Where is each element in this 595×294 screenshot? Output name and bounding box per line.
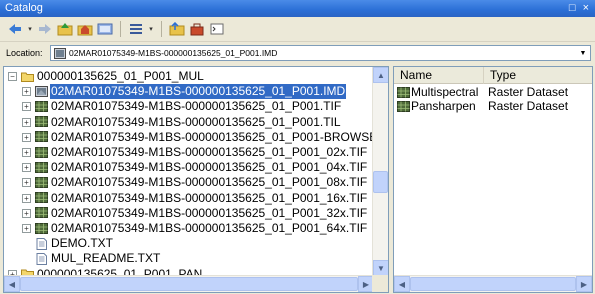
scroll-left-icon[interactable]: ◀: [394, 276, 410, 292]
raster-icon: [35, 131, 48, 143]
text-file-icon: [35, 237, 48, 250]
scroll-thumb[interactable]: [373, 171, 388, 193]
expand-icon[interactable]: +: [22, 224, 31, 233]
tree-item-label: 000000135625_01_P001_MUL: [37, 69, 204, 83]
tree-item[interactable]: +02MAR01075349-M1BS-000000135625_01_P001…: [22, 145, 368, 160]
location-value: 02MAR01075349-M1BS-000000135625_01_P001.…: [69, 48, 278, 58]
window-titlebar: Catalog □ ×: [0, 0, 595, 17]
tree-item[interactable]: +02MAR01075349-M1BS-000000135625_01_P001…: [22, 221, 368, 236]
tree-item[interactable]: +02MAR01075349-M1BS-000000135625_01_P001…: [22, 84, 347, 100]
toolbar-separator: [120, 21, 121, 37]
list-item-name: Pansharpen: [411, 99, 476, 113]
tree-item[interactable]: − 000000135625_01_P001_MUL: [8, 69, 205, 84]
expand-icon[interactable]: +: [22, 163, 31, 173]
tree-item[interactable]: +02MAR01075349-M1BS-000000135625_01_P001…: [22, 191, 368, 206]
tree-item-label: MUL_README.TXT: [51, 251, 161, 266]
expand-icon[interactable]: +: [22, 148, 31, 157]
tree-item[interactable]: +02MAR01075349-M1BS-000000135625_01_P001…: [22, 115, 342, 130]
window-title: Catalog: [5, 2, 43, 14]
tree-item-label: 02MAR01075349-M1BS-000000135625_01_P001_…: [51, 205, 368, 220]
column-header-name[interactable]: Name: [394, 67, 484, 84]
contents-header: Name Type: [394, 67, 592, 84]
expand-icon[interactable]: +: [22, 87, 31, 97]
toolbar-separator: [161, 21, 162, 37]
view-dropdown-icon[interactable]: ▾: [147, 25, 155, 33]
tree-item-label: 02MAR01075349-M1BS-000000135625_01_P001_…: [51, 221, 368, 235]
expand-icon[interactable]: +: [22, 178, 31, 188]
tree-item-label: 02MAR01075349-M1BS-000000135625_01_P001_…: [51, 190, 368, 205]
list-item-type: Raster Dataset: [488, 99, 569, 113]
list-item-name: Multispectral: [411, 85, 479, 99]
connect-folder-icon[interactable]: [96, 20, 114, 38]
back-dropdown-icon[interactable]: ▾: [26, 25, 34, 33]
folder-icon: [21, 71, 34, 83]
tree-item[interactable]: +02MAR01075349-M1BS-000000135625_01_P001…: [22, 175, 368, 190]
raster-icon: [35, 222, 48, 235]
expand-icon[interactable]: +: [22, 208, 31, 218]
tree-item[interactable]: +02MAR01075349-M1BS-000000135625_01_P001…: [22, 99, 342, 114]
window-controls[interactable]: □ ×: [569, 0, 591, 17]
tree-item-label: 02MAR01075349-M1BS-000000135625_01_P001_…: [51, 160, 368, 175]
list-item-type: Raster Dataset: [488, 85, 569, 99]
expand-icon[interactable]: +: [22, 132, 31, 142]
collapse-icon[interactable]: −: [8, 72, 17, 81]
tree-item-label: 02MAR01075349-M1BS-000000135625_01_P001.…: [51, 99, 342, 114]
expand-icon[interactable]: +: [22, 102, 31, 112]
tree-item-label: 02MAR01075349-M1BS-000000135625_01_P001-…: [51, 129, 374, 144]
raster-dataset-icon: [397, 100, 410, 112]
scroll-corner: [372, 275, 388, 292]
launch-arcmap-icon[interactable]: [168, 20, 186, 38]
raster-icon: [35, 161, 48, 174]
tree-item[interactable]: DEMO.TXT: [22, 236, 114, 251]
back-arrow-icon[interactable]: [6, 20, 24, 38]
expand-icon[interactable]: +: [22, 193, 31, 203]
contents-pane: Name Type Multispectral Raster Dataset P…: [393, 66, 593, 293]
scroll-down-icon[interactable]: ▼: [373, 260, 388, 276]
list-item[interactable]: Multispectral Raster Dataset: [394, 85, 568, 99]
scroll-up-icon[interactable]: ▲: [373, 67, 388, 83]
scroll-right-icon[interactable]: ▶: [576, 276, 592, 292]
expand-icon[interactable]: +: [22, 117, 31, 127]
location-bar: Location: 02MAR01075349-M1BS-00000013562…: [0, 43, 595, 63]
home-folder-icon[interactable]: [76, 20, 94, 38]
toolbar: ▾ ▾: [0, 17, 595, 42]
raster-icon: [35, 146, 48, 159]
tree-item-label: 02MAR01075349-M1BS-000000135625_01_P001_…: [51, 145, 368, 159]
view-options-icon[interactable]: [127, 20, 145, 38]
tree-item-label: 02MAR01075349-M1BS-000000135625_01_P001.…: [51, 114, 341, 129]
raster-icon: [35, 192, 48, 204]
location-label: Location:: [6, 48, 43, 58]
column-header-type[interactable]: Type: [484, 67, 592, 84]
toolbox-icon[interactable]: [188, 20, 206, 38]
tree-item[interactable]: +02MAR01075349-M1BS-000000135625_01_P001…: [22, 206, 368, 221]
scroll-thumb[interactable]: [410, 277, 576, 291]
scroll-left-icon[interactable]: ◀: [4, 276, 20, 292]
command-line-icon[interactable]: [208, 20, 226, 38]
contents-horizontal-scrollbar[interactable]: ◀ ▶: [394, 275, 592, 292]
list-item[interactable]: Pansharpen Raster Dataset: [394, 99, 568, 113]
tree-item[interactable]: MUL_README.TXT: [22, 251, 161, 266]
chevron-down-icon[interactable]: ▼: [576, 46, 590, 60]
catalog-tree-pane: −000000135625_01_P001_MUL +02MAR01075349-…: [3, 66, 389, 293]
catalog-tree: −000000135625_01_P001_MUL +02MAR01075349-…: [4, 67, 374, 276]
tree-item[interactable]: +02MAR01075349-M1BS-000000135625_01_P001…: [22, 130, 374, 145]
text-file-icon: [35, 252, 48, 265]
tree-item[interactable]: +02MAR01075349-M1BS-000000135625_01_P001…: [22, 160, 368, 175]
image-dataset-icon: [35, 85, 48, 98]
tree-item-label: DEMO.TXT: [51, 236, 113, 251]
raster-dataset-icon: [397, 86, 410, 98]
tree-vertical-scrollbar[interactable]: ▲ ▼: [372, 67, 388, 276]
raster-icon: [35, 100, 48, 113]
raster-icon: [35, 207, 48, 219]
up-one-level-icon[interactable]: [56, 20, 74, 38]
raster-icon: [35, 176, 48, 189]
forward-arrow-icon[interactable]: [36, 20, 54, 38]
tree-horizontal-scrollbar[interactable]: ◀ ▶: [4, 275, 374, 292]
scroll-thumb[interactable]: [20, 277, 358, 291]
tree-item-label: 02MAR01075349-M1BS-000000135625_01_P001_…: [51, 175, 368, 190]
raster-icon: [35, 116, 48, 128]
location-input[interactable]: 02MAR01075349-M1BS-000000135625_01_P001.…: [50, 45, 591, 61]
image-dataset-icon: [54, 47, 66, 59]
tree-item-label: 02MAR01075349-M1BS-000000135625_01_P001.…: [50, 84, 347, 100]
